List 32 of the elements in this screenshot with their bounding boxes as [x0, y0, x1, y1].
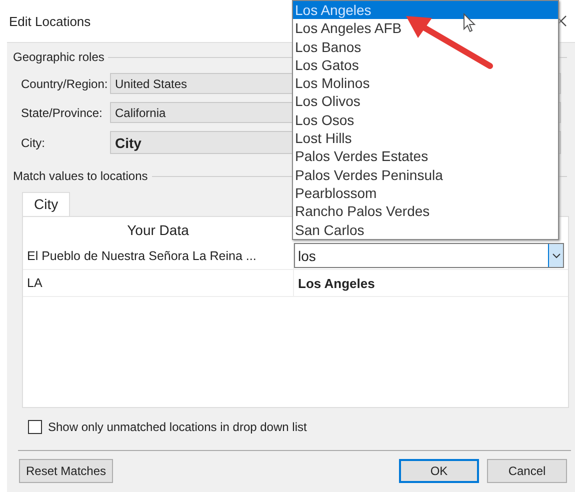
list-item[interactable]: Los Osos: [293, 110, 558, 130]
dialog-button[interactable]: Reset Matches: [19, 459, 114, 483]
chevron-down-icon: [552, 252, 560, 258]
checkbox[interactable]: [28, 420, 42, 434]
field-label: State/Province:: [21, 106, 104, 120]
list-item[interactable]: Rancho Palos Verdes: [293, 202, 558, 221]
table-cell: LA: [23, 270, 294, 296]
group-title: Match values to locations: [13, 169, 148, 183]
list-item[interactable]: Lost Hills: [293, 129, 558, 148]
list-item[interactable]: Los Molinos: [293, 74, 558, 92]
field-label: Country/Region:: [21, 76, 109, 90]
list-item[interactable]: Los Gatos: [293, 56, 558, 74]
window-title: Edit Locations: [9, 14, 91, 28]
combo-box[interactable]: los: [294, 243, 564, 268]
table-cell-text: Los Angeles: [297, 274, 376, 293]
column-header: Your Data: [126, 222, 190, 238]
list-item[interactable]: Los Banos: [293, 38, 558, 56]
dropdown-button[interactable]: [548, 244, 563, 267]
group-title: Geographic roles: [13, 50, 104, 64]
list-item[interactable]: Los Angeles: [293, 1, 558, 20]
list-item[interactable]: Palos Verdes Estates: [293, 147, 558, 166]
list-item[interactable]: San Carlos: [293, 220, 558, 239]
dialog-button[interactable]: Cancel: [487, 459, 567, 483]
list-item[interactable]: Palos Verdes Peninsula: [293, 166, 558, 184]
field-label: City:: [21, 136, 46, 150]
checkbox-label[interactable]: Show only unmatched locations in drop down list: [48, 420, 307, 434]
dialog-button[interactable]: OK: [399, 459, 479, 483]
list-item[interactable]: Los Olivos: [293, 92, 558, 111]
cursor-icon: [463, 13, 476, 33]
tab[interactable]: City: [22, 192, 70, 216]
list-item[interactable]: Los Angeles AFB: [293, 19, 558, 38]
list-item[interactable]: Pearblossom: [293, 184, 558, 202]
